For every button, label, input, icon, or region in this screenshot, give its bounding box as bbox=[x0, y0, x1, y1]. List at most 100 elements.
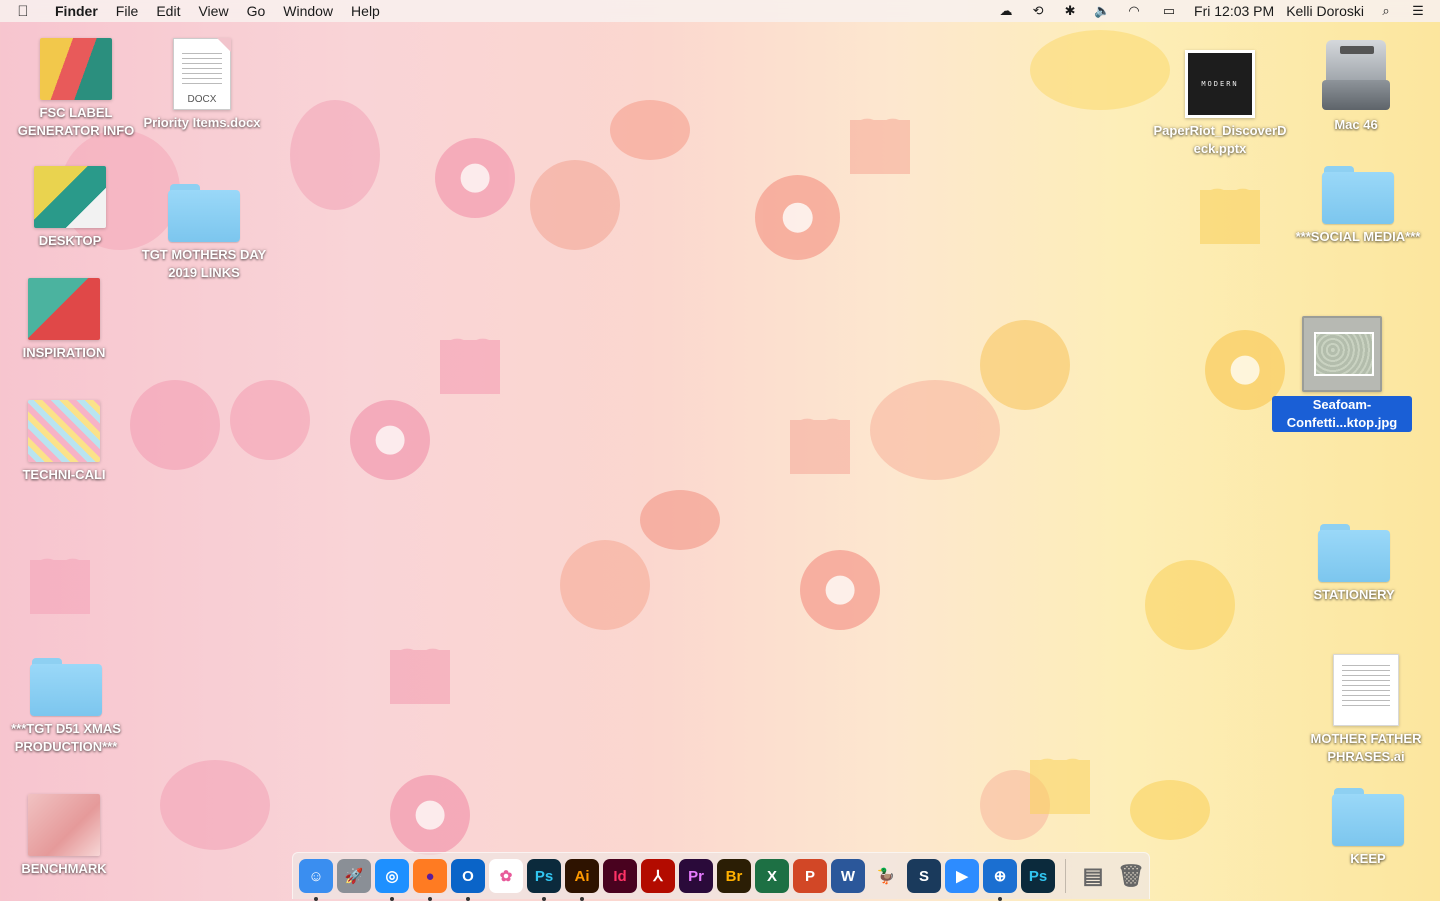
desktop-item-keep[interactable]: KEEP bbox=[1298, 788, 1438, 868]
bridge-icon: Br bbox=[725, 867, 743, 885]
menu-window[interactable]: Window bbox=[274, 0, 342, 22]
dock-app-safari[interactable]: ◎ bbox=[375, 859, 409, 901]
dock-app-bridge[interactable]: Br bbox=[717, 859, 751, 893]
menu-finder[interactable]: Finder bbox=[46, 0, 107, 22]
desktop-item-label: INSPIRATION bbox=[22, 345, 106, 360]
dock-app-launchpad[interactable]: 🚀 bbox=[337, 859, 371, 893]
desktop-item-priority-items[interactable]: DOCX Priority Items.docx bbox=[132, 38, 272, 132]
menu-view[interactable]: View bbox=[189, 0, 237, 22]
wifi-icon[interactable]: ◠ bbox=[1124, 3, 1144, 19]
menu-clock[interactable]: Fri 12:03 PM bbox=[1194, 3, 1274, 19]
desktop-item-label: Mac 46 bbox=[1334, 117, 1378, 132]
dock-trash[interactable]: 🗑 bbox=[1114, 859, 1148, 893]
desktop-item-tgt-mothers-day[interactable]: TGT MOTHERS DAY 2019 LINKS bbox=[134, 184, 274, 282]
desktop-item-label: Priority Items.docx bbox=[143, 115, 261, 130]
premiere-icon: Pr bbox=[688, 867, 704, 885]
dock-app-scrivener[interactable]: S bbox=[907, 859, 941, 893]
pptx-file-icon: MODERN bbox=[1185, 50, 1255, 118]
desktop-item-seafoam-confetti[interactable]: Seafoam-Confetti...ktop.jpg bbox=[1272, 316, 1412, 432]
folder-icon bbox=[1322, 166, 1394, 224]
desktop-item-mac-46[interactable]: Mac 46 bbox=[1286, 40, 1426, 134]
dock-app-premiere[interactable]: Pr bbox=[679, 859, 713, 893]
acrobat-icon: ⅄ bbox=[653, 868, 663, 885]
dock-app-powerpoint[interactable]: P bbox=[793, 859, 827, 893]
photos-icon: ✿ bbox=[499, 868, 513, 885]
dock-app-acrobat[interactable]: ⅄ bbox=[641, 859, 675, 893]
dock-app-photoshop-2[interactable]: Ps bbox=[1021, 859, 1055, 893]
status-area: ☁ ⟲ ✱ 🔈 ◠ ▭ Fri 12:03 PM Kelli Doroski ⌕… bbox=[996, 0, 1440, 22]
volume-icon[interactable]: 🔈 bbox=[1092, 3, 1112, 19]
running-indicator bbox=[428, 897, 432, 901]
dock-app-cyberduck[interactable]: 🦆 bbox=[869, 859, 903, 893]
dock-app-zoom[interactable]: ▶ bbox=[945, 859, 979, 893]
safari-icon: ◎ bbox=[385, 868, 399, 885]
creative-cloud-icon[interactable]: ☁ bbox=[996, 3, 1016, 19]
cyberduck-icon: 🦆 bbox=[876, 868, 896, 885]
desktop-item-mother-father-phrases[interactable]: MOTHER FATHER PHRASES.ai bbox=[1296, 654, 1436, 766]
desktop-item-desktop[interactable]: DESKTOP bbox=[0, 166, 140, 250]
desktop-item-label: FSC LABEL GENERATOR INFO bbox=[17, 105, 135, 138]
dock-app-photos[interactable]: ✿ bbox=[489, 859, 523, 893]
image-thumbnail bbox=[28, 278, 100, 340]
desktop-item-benchmark[interactable]: BENCHMARK bbox=[0, 794, 134, 878]
dock-app-outlook[interactable]: O bbox=[451, 859, 485, 901]
desktop-item-label: DESKTOP bbox=[38, 233, 102, 248]
finder-icon: ☺ bbox=[308, 867, 324, 885]
hard-drive-icon bbox=[1322, 40, 1390, 112]
search-icon[interactable]: ⌕ bbox=[1376, 3, 1396, 19]
ai-file-icon bbox=[1333, 654, 1399, 726]
apple-icon[interactable]:  bbox=[0, 3, 46, 20]
menu-edit[interactable]: Edit bbox=[147, 0, 189, 22]
word-icon: W bbox=[840, 867, 856, 885]
desktop-item-stationery[interactable]: STATIONERY bbox=[1284, 524, 1424, 604]
dock-downloads[interactable]: ▤ bbox=[1076, 859, 1110, 893]
running-indicator bbox=[542, 897, 546, 901]
desktop-item-label: Seafoam-Confetti...ktop.jpg bbox=[1272, 396, 1412, 432]
desktop-item-label: TGT MOTHERS DAY 2019 LINKS bbox=[141, 247, 267, 280]
dock-app-illustrator[interactable]: Ai bbox=[565, 859, 599, 901]
dock-separator bbox=[1065, 859, 1066, 893]
docx-file-icon: DOCX bbox=[173, 38, 231, 110]
dock-app-indesign[interactable]: Id bbox=[603, 859, 637, 893]
folder-icon bbox=[1332, 788, 1404, 846]
desktop-item-label: BENCHMARK bbox=[21, 861, 107, 876]
desktop-item-social-media[interactable]: ***SOCIAL MEDIA*** bbox=[1288, 166, 1428, 246]
outlook-icon: O bbox=[462, 867, 474, 885]
dock-app-finder[interactable]: ☺ bbox=[299, 859, 333, 901]
image-thumbnail bbox=[40, 38, 112, 100]
file-extension: DOCX bbox=[187, 94, 217, 105]
menu-help[interactable]: Help bbox=[342, 0, 389, 22]
photoshop-2-icon: Ps bbox=[1028, 867, 1048, 885]
fast-user-switch[interactable]: Kelli Doroski bbox=[1286, 3, 1364, 19]
dock-app-excel[interactable]: X bbox=[755, 859, 789, 893]
pptx-thumb-text: MODERN bbox=[1188, 53, 1252, 115]
image-thumbnail bbox=[34, 166, 106, 228]
image-thumbnail bbox=[28, 794, 100, 856]
menu-file[interactable]: File bbox=[107, 0, 148, 22]
desktop-item-label: PaperRiot_DiscoverDeck.pptx bbox=[1153, 123, 1287, 156]
dock-app-word[interactable]: W bbox=[831, 859, 865, 893]
indesign-icon: Id bbox=[613, 867, 627, 885]
dock-app-firefox[interactable]: ● bbox=[413, 859, 447, 901]
dock: ☺ 🚀 ◎ ● O ✿ Ps Ai Id ⅄ Pr Br X P W 🦆 S ▶ ⊕ Ps ▤ 🗑 bbox=[292, 852, 1150, 901]
list-icon[interactable]: ☰ bbox=[1408, 3, 1428, 19]
desktop-item-tgt-d51-xmas[interactable]: ***TGT D51 XMAS PRODUCTION*** bbox=[0, 658, 136, 756]
trash-icon: 🗑 bbox=[1117, 863, 1145, 888]
dock-app-network-utility[interactable]: ⊕ bbox=[983, 859, 1017, 901]
downloads-icon: ▤ bbox=[1082, 863, 1104, 888]
desktop-item-paperriot-deck[interactable]: MODERN PaperRiot_DiscoverDeck.pptx bbox=[1150, 50, 1290, 158]
desktop-item-label: ***TGT D51 XMAS PRODUCTION*** bbox=[11, 721, 121, 754]
powerpoint-icon: P bbox=[804, 867, 815, 885]
desktop-item-label: KEEP bbox=[1350, 851, 1386, 866]
battery-charging-icon[interactable]: ▭ bbox=[1156, 3, 1182, 19]
dock-app-photoshop[interactable]: Ps bbox=[527, 859, 561, 901]
image-thumbnail bbox=[28, 400, 100, 462]
desktop-item-techni-cali[interactable]: TECHNI-CALI bbox=[0, 400, 134, 484]
bluetooth-icon[interactable]: ✱ bbox=[1060, 3, 1080, 19]
running-indicator bbox=[998, 897, 1002, 901]
desktop-item-inspiration[interactable]: INSPIRATION bbox=[0, 278, 134, 362]
firefox-icon: ● bbox=[425, 867, 435, 885]
menu-go[interactable]: Go bbox=[238, 0, 275, 22]
desktop-item-fsc-label[interactable]: FSC LABEL GENERATOR INFO bbox=[6, 38, 146, 140]
sync-icon[interactable]: ⟲ bbox=[1028, 3, 1048, 19]
